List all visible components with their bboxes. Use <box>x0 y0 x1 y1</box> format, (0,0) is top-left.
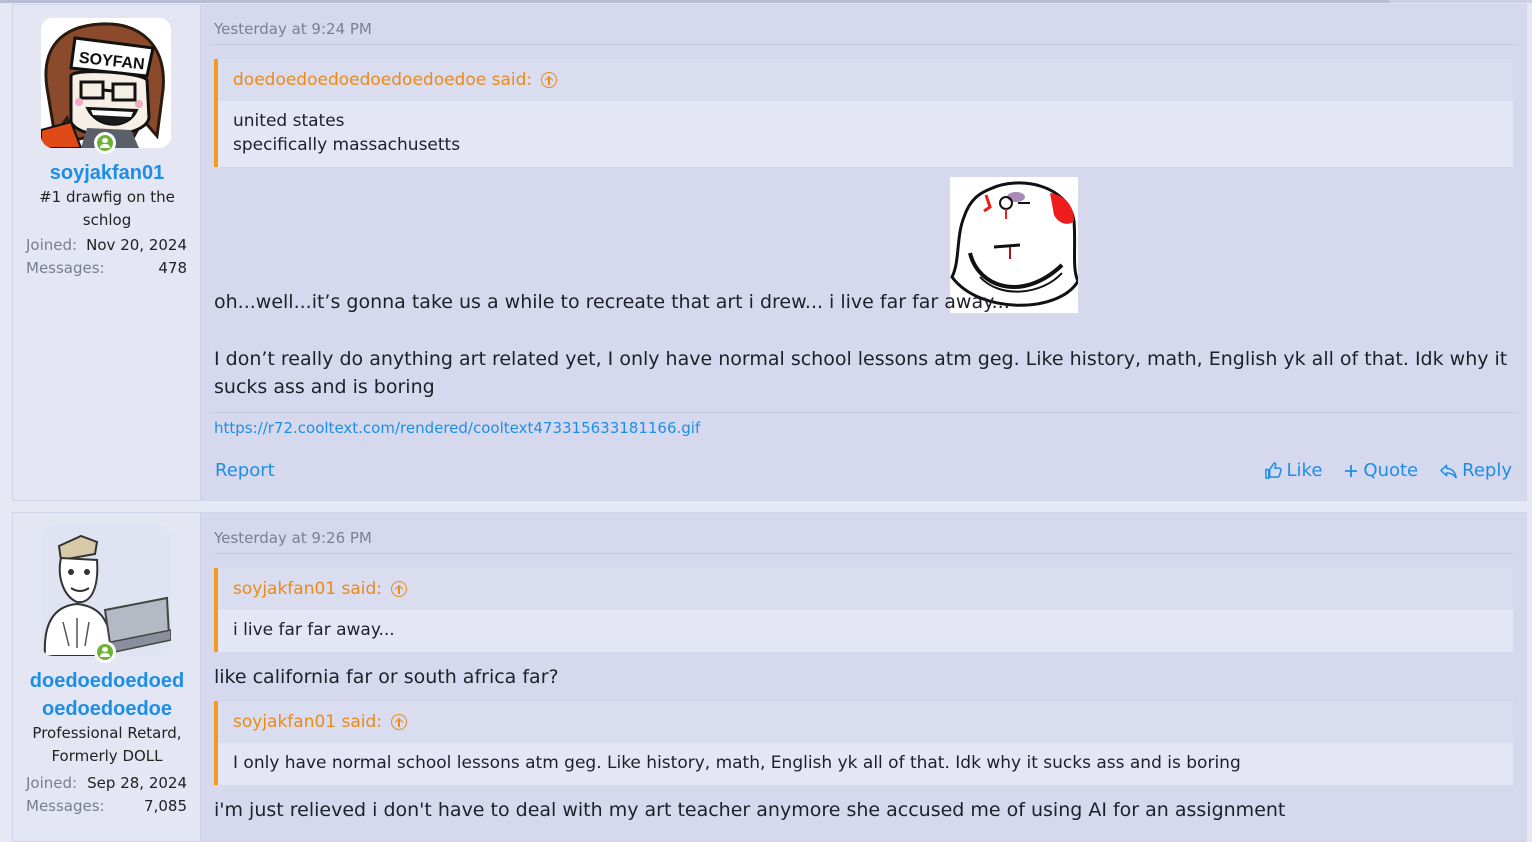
username-line[interactable]: oedoedoedoe <box>13 695 201 723</box>
post-actions: Like Quote Reply <box>1264 460 1512 481</box>
quote-label: Quote <box>1363 460 1419 481</box>
like-label: Like <box>1286 460 1323 481</box>
joined-label: Joined: <box>26 236 78 254</box>
quote-block: doedoedoedoedoedoedoedoe said: united st… <box>214 59 1513 167</box>
joined-value: Sep 28, 2024 <box>87 774 187 792</box>
username[interactable]: soyjakfan01 <box>13 159 201 187</box>
username-line[interactable]: doedoedoedoed <box>13 667 201 695</box>
post-text: i'm just relieved i don't have to deal w… <box>214 799 1286 821</box>
messages-value[interactable]: 478 <box>158 259 187 277</box>
messages-stat: Messages: 478 <box>26 259 187 277</box>
quote-author[interactable]: soyjakfan01 said: <box>233 579 382 599</box>
joined-stat: Joined: Sep 28, 2024 <box>26 774 187 792</box>
like-button[interactable]: Like <box>1264 460 1323 481</box>
external-link[interactable]: https://r72.cooltext.com/rendered/coolte… <box>214 419 700 437</box>
quote-header[interactable]: soyjakfan01 said: <box>218 568 1513 610</box>
quote-block: soyjakfan01 said: I only have normal sch… <box>214 701 1513 785</box>
quote-body: i live far far away... <box>233 620 395 640</box>
avatar[interactable]: SOYFAN <box>41 18 171 148</box>
joined-value: Nov 20, 2024 <box>86 236 187 254</box>
joined-stat: Joined: Nov 20, 2024 <box>26 236 187 254</box>
quote-author[interactable]: doedoedoedoedoedoedoedoe said: <box>233 70 532 90</box>
quote-author[interactable]: soyjakfan01 said: <box>233 712 382 732</box>
scroll-indicator <box>1390 0 1532 3</box>
post-date[interactable]: Yesterday at 9:24 PM <box>214 20 372 38</box>
post-text: like california far or south africa far? <box>214 666 559 688</box>
quote-block: soyjakfan01 said: i live far far away... <box>214 568 1513 652</box>
reply-label: Reply <box>1462 460 1512 481</box>
user-title-text: #1 drawfig on the schlog <box>39 188 175 229</box>
quote-body: united states specifically massachusetts <box>218 101 1513 165</box>
user-title-line: Professional Retard, <box>32 724 182 742</box>
report-button[interactable]: Report <box>215 460 275 481</box>
message-post: SOYFAN soyjakfan01 #1 drawfig on the sch… <box>12 4 1527 501</box>
joined-label: Joined: <box>26 774 78 792</box>
messages-label: Messages: <box>26 259 105 277</box>
quote-jump-icon[interactable] <box>391 581 408 597</box>
post-date[interactable]: Yesterday at 9:26 PM <box>214 529 372 547</box>
reply-button[interactable]: Reply <box>1439 460 1512 481</box>
quote-header[interactable]: doedoedoedoedoedoedoedoe said: <box>218 59 1513 101</box>
quote-jump-icon[interactable] <box>391 714 408 730</box>
user-title: #1 drawfig on the schlog <box>13 186 201 232</box>
avatar[interactable] <box>41 526 171 656</box>
quote-header[interactable]: soyjakfan01 said: <box>218 701 1513 743</box>
reply-icon <box>1440 464 1458 478</box>
quote-body: I only have normal school lessons atm ge… <box>233 753 1241 773</box>
post-content: Yesterday at 9:26 PM soyjakfan01 said: i… <box>201 513 1526 841</box>
quote-jump-icon[interactable] <box>541 72 558 88</box>
link-divider <box>214 412 1514 413</box>
top-border <box>0 0 1532 3</box>
post-text: I don’t really do anything art related y… <box>214 348 1508 398</box>
messages-stat: Messages: 7,085 <box>26 797 187 815</box>
messages-label: Messages: <box>26 797 105 815</box>
post-content: Yesterday at 9:24 PM doedoedoedoedoedoed… <box>201 5 1526 500</box>
user-info-pane: doedoedoedoed oedoedoedoe Professional R… <box>13 513 201 841</box>
quote-add-icon <box>1345 464 1358 477</box>
divider <box>214 553 1514 554</box>
online-status-icon <box>94 641 116 663</box>
messages-value[interactable]: 7,085 <box>144 797 187 815</box>
divider <box>214 44 1514 45</box>
user-title-line: Formerly DOLL <box>51 747 163 765</box>
online-status-icon <box>94 132 116 154</box>
post-text: oh...well...it’s gonna take us a while t… <box>214 291 1010 313</box>
quote-button[interactable]: Quote <box>1343 460 1418 481</box>
like-icon <box>1264 462 1282 479</box>
quote-line: specifically massachusetts <box>233 135 461 155</box>
user-info-pane: SOYFAN soyjakfan01 #1 drawfig on the sch… <box>13 5 201 500</box>
message-post: doedoedoedoed oedoedoedoe Professional R… <box>12 512 1527 842</box>
quote-line: united states <box>233 111 345 131</box>
